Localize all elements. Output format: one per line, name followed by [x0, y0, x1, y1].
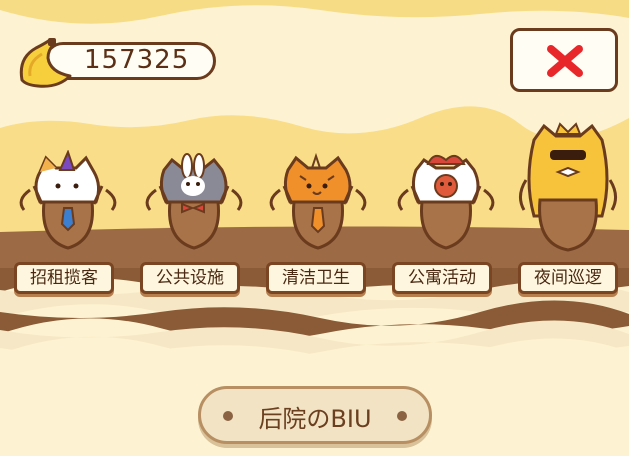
cat-mascot-with-party-hat[interactable] [16, 150, 120, 254]
currency-display: 157325 [14, 36, 218, 88]
backyard-button[interactable]: 后院のBIU [198, 386, 432, 444]
category-label-cleaning[interactable]: 清洁卫生 [266, 262, 366, 294]
cat-mascot-with-crown-and-sunglasses[interactable] [516, 120, 620, 254]
backyard-button-label: 后院のBIU [258, 405, 372, 433]
category-label-patrol[interactable]: 夜间巡逻 [518, 262, 618, 294]
tabby-cat-mascot-with-tie[interactable] [266, 150, 370, 254]
currency-value: 157325 [84, 45, 190, 75]
monkey-mascot-with-jester-hat[interactable] [394, 150, 498, 254]
category-label-recruit[interactable]: 招租揽客 [14, 262, 114, 294]
dot-icon [397, 411, 407, 421]
banana-icon [19, 38, 72, 88]
bunny-mascot-with-bowtie[interactable] [142, 150, 246, 254]
category-label-facilities[interactable]: 公共设施 [140, 262, 240, 294]
close-button[interactable] [510, 28, 618, 92]
close-icon [547, 45, 583, 77]
category-label-activities[interactable]: 公寓活动 [392, 262, 492, 294]
